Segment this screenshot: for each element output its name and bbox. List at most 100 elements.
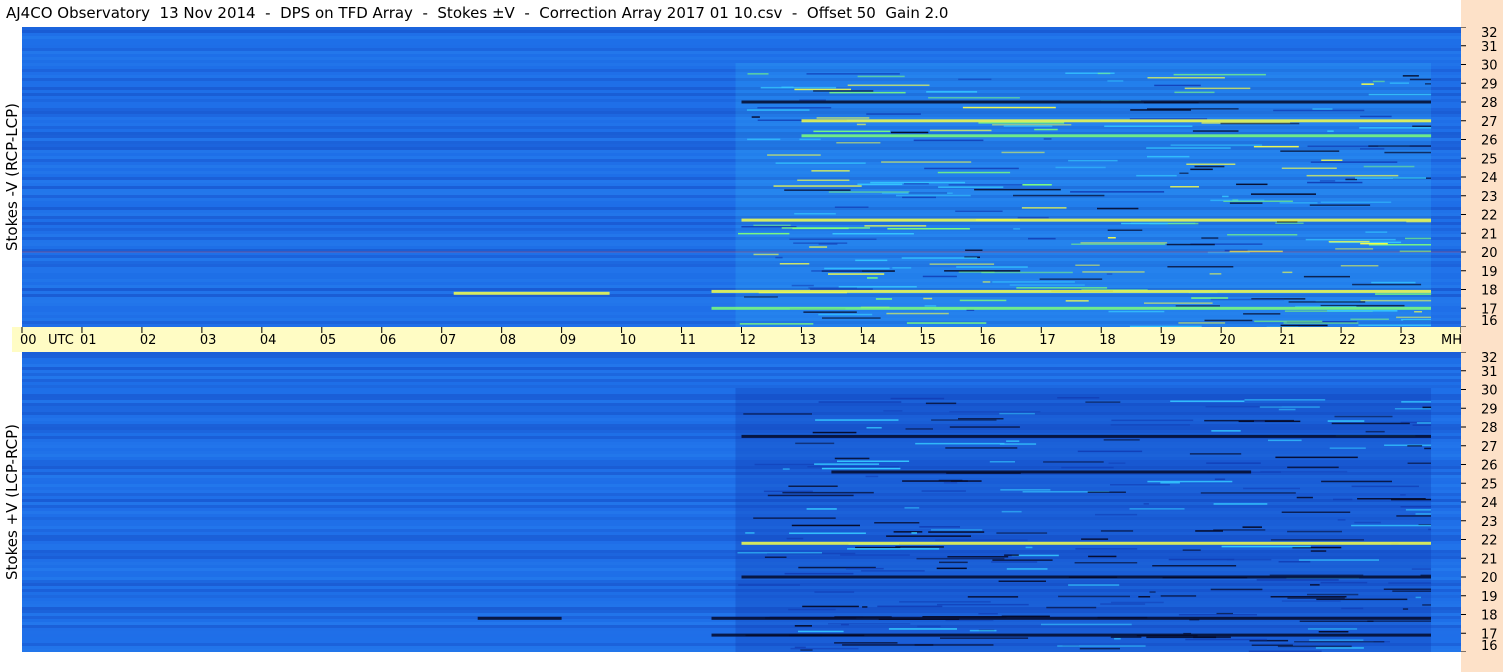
burst-speckle <box>923 297 933 300</box>
utc-tick-label: 15 <box>919 333 936 348</box>
burst-speckle <box>1280 150 1340 152</box>
burst-band-3 <box>831 470 1252 474</box>
burst-speckle <box>1190 168 1213 171</box>
freq-tick-label: 20 <box>1481 246 1498 261</box>
burst-speckle <box>1414 311 1422 313</box>
freq-tick-label: 31 <box>1481 40 1498 55</box>
burst-speckle <box>937 171 1011 174</box>
burst-speckle <box>1335 248 1374 250</box>
burst-speckle <box>1182 549 1201 551</box>
burst-speckle <box>1388 582 1431 584</box>
freq-tick-label: 27 <box>1481 115 1498 130</box>
burst-speckle <box>1167 266 1234 268</box>
burst-speckle <box>822 317 881 319</box>
burst-speckle <box>1350 318 1389 320</box>
burst-speckle <box>1375 293 1432 295</box>
burst-speckle <box>1003 125 1053 127</box>
burst-speckle <box>1229 202 1263 204</box>
burst-speckle <box>1058 595 1130 598</box>
burst-speckle <box>1170 186 1199 188</box>
burst-speckle <box>1368 93 1432 96</box>
bottom-label-gutter: Stokes +V (LCP-RCP) <box>0 352 22 652</box>
freq-tick-label: 20 <box>1481 571 1498 586</box>
burst-speckle <box>1022 184 1052 186</box>
burst-speckle <box>1244 399 1326 401</box>
utc-tick-label: 06 <box>380 333 397 348</box>
burst-speckle <box>782 491 874 494</box>
burst-speckle <box>939 561 968 564</box>
burst-speckle <box>1321 159 1343 161</box>
burst-speckle <box>1204 319 1253 322</box>
burst-speckle <box>1108 462 1126 464</box>
burst-speckle <box>1415 513 1432 515</box>
burst-speckle <box>813 90 874 92</box>
burst-speckle <box>905 428 933 430</box>
burst-speckle <box>841 623 849 626</box>
burst-speckle <box>1071 243 1166 245</box>
burst-speckle <box>1068 584 1120 586</box>
burst-speckle <box>821 467 901 470</box>
burst-speckle <box>1333 498 1353 501</box>
frequency-stripe <box>22 370 1461 373</box>
burst-speckle <box>745 532 755 534</box>
burst-speckle <box>1085 401 1121 403</box>
burst-speckle <box>1193 636 1231 639</box>
burst-speckle <box>992 281 1075 283</box>
burst-speckle <box>1006 568 1048 570</box>
burst-speckle <box>1147 155 1190 158</box>
burst-speckle <box>1108 310 1165 313</box>
frequency-stripe <box>22 355 1461 358</box>
utc-tick-label: 21 <box>1279 333 1296 348</box>
burst-speckle <box>1383 588 1431 590</box>
burst-speckle <box>1184 87 1251 90</box>
burst-speckle <box>1401 319 1431 321</box>
burst-speckle <box>974 188 1061 191</box>
burst-speckle <box>1312 108 1333 110</box>
frequency-stripe <box>22 373 1461 376</box>
freq-bottom-strip <box>1461 652 1503 672</box>
burst-speckle <box>767 494 854 497</box>
burst-speckle <box>782 468 790 470</box>
burst-speckle <box>1281 600 1341 602</box>
interference-line <box>22 251 1461 253</box>
burst-speckle <box>810 288 873 290</box>
burst-speckle <box>1321 480 1392 483</box>
bottom-strip <box>0 652 1461 672</box>
burst-speckle <box>834 457 870 460</box>
burst-speckle <box>1270 539 1364 541</box>
burst-speckle <box>1278 561 1311 563</box>
burst-speckle <box>929 129 992 132</box>
frequency-stripe <box>22 54 1461 57</box>
frequency-stripe <box>22 379 1461 382</box>
burst-speckle <box>864 225 927 227</box>
burst-speckle <box>1360 115 1392 118</box>
burst-speckle <box>955 210 1003 212</box>
freq-tick-label: 29 <box>1481 402 1498 417</box>
burst-speckle <box>1359 127 1432 129</box>
burst-speckle <box>1365 430 1385 433</box>
burst-speckle <box>746 109 810 111</box>
burst-speckle <box>1110 424 1190 426</box>
burst-speckle <box>1320 201 1392 203</box>
burst-speckle <box>802 605 859 608</box>
burst-speckle <box>1238 420 1301 423</box>
bottom-panel-label-text: Stokes +V (LCP-RCP) <box>3 424 21 580</box>
burst-speckle <box>1363 165 1415 168</box>
burst-speckle <box>1194 165 1225 168</box>
burst-speckle <box>1400 506 1431 508</box>
burst-speckle <box>806 508 837 510</box>
burst-speckle <box>775 162 866 164</box>
burst-speckle <box>886 312 949 315</box>
burst-speckle <box>786 537 804 540</box>
burst-speckle <box>1371 281 1416 284</box>
burst-speckle <box>1298 559 1379 561</box>
burst-speckle <box>779 263 810 265</box>
burst-speckle <box>867 277 878 279</box>
utc-tick-label: 03 <box>200 333 217 348</box>
burst-speckle <box>1327 310 1398 312</box>
burst-speckle <box>1424 447 1431 450</box>
burst-speckle <box>916 557 1005 560</box>
burst-speckle <box>1034 128 1058 131</box>
burst-speckle <box>834 642 898 644</box>
burst-speckle <box>1213 529 1266 531</box>
